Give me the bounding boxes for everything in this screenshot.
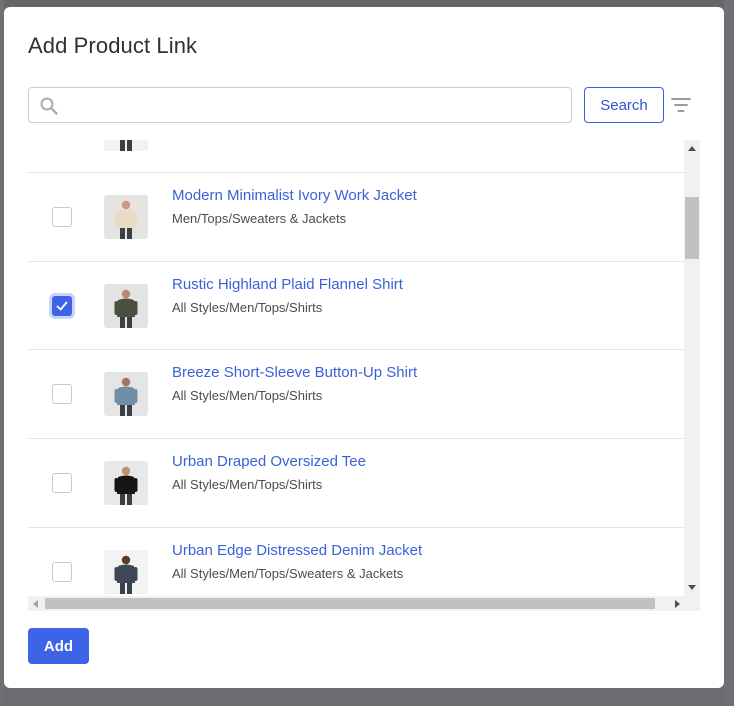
- model-head: [121, 466, 131, 476]
- product-row[interactable]: Urban Draped Oversized Tee All Styles/Me…: [28, 438, 684, 526]
- product-title-link[interactable]: Breeze Short-Sleeve Button-Up Shirt: [172, 364, 417, 381]
- garment-sleeve-left: [114, 567, 119, 581]
- product-thumbnail: [104, 550, 148, 594]
- thumbnail-background: [104, 140, 148, 151]
- product-checkbox[interactable]: [52, 384, 72, 404]
- product-row[interactable]: [28, 140, 684, 172]
- model-leg-left: [120, 494, 125, 505]
- product-category-path: All Styles/Men/Tops/Shirts: [172, 477, 323, 492]
- garment-sleeve-right: [133, 212, 138, 226]
- product-checkbox[interactable]: [52, 207, 72, 227]
- garment-sleeve-left: [114, 301, 119, 315]
- garment-torso: [117, 386, 135, 405]
- model-leg-right: [127, 140, 132, 151]
- horizontal-scrollbar[interactable]: [28, 596, 700, 611]
- garment-sleeve-left: [114, 212, 119, 226]
- garment-sleeve-right: [133, 389, 138, 403]
- model-leg-right: [127, 405, 132, 416]
- scroll-down-arrow-icon[interactable]: [688, 585, 696, 590]
- product-title-link[interactable]: Rustic Highland Plaid Flannel Shirt: [172, 276, 403, 293]
- model-head: [121, 377, 131, 387]
- garment-torso: [117, 209, 135, 228]
- product-category-path: All Styles/Men/Tops/Shirts: [172, 300, 323, 315]
- model-leg-left: [120, 317, 125, 328]
- product-title-link[interactable]: Urban Edge Distressed Denim Jacket: [172, 542, 422, 559]
- search-icon: [39, 96, 59, 116]
- product-thumbnail: [104, 372, 148, 416]
- product-row[interactable]: Modern Minimalist Ivory Work Jacket Men/…: [28, 172, 684, 260]
- product-row[interactable]: Breeze Short-Sleeve Button-Up Shirt All …: [28, 349, 684, 437]
- garment-torso: [117, 475, 135, 494]
- product-title-link[interactable]: Urban Draped Oversized Tee: [172, 453, 366, 470]
- product-category-path: All Styles/Men/Tops/Sweaters & Jackets: [172, 566, 404, 581]
- dialog-title: Add Product Link: [28, 33, 198, 58]
- garment-sleeve-left: [114, 389, 119, 403]
- model-leg-right: [127, 494, 132, 505]
- product-row[interactable]: Rustic Highland Plaid Flannel Shirt All …: [28, 261, 684, 349]
- garment-sleeve-right: [133, 478, 138, 492]
- garment-torso: [117, 564, 135, 583]
- filter-icon[interactable]: [670, 95, 692, 115]
- model-leg-left: [120, 405, 125, 416]
- model-leg-right: [127, 317, 132, 328]
- product-checkbox[interactable]: [52, 296, 72, 316]
- model-leg-left: [120, 583, 125, 594]
- search-field[interactable]: [28, 87, 572, 123]
- model-leg-right: [127, 583, 132, 594]
- model-head: [121, 200, 131, 210]
- garment-torso: [117, 298, 135, 317]
- product-checkbox[interactable]: [52, 473, 72, 493]
- product-row[interactable]: Urban Edge Distressed Denim Jacket All S…: [28, 527, 684, 596]
- product-checkbox[interactable]: [52, 562, 72, 582]
- scroll-up-arrow-icon[interactable]: [688, 146, 696, 151]
- product-category-path: All Styles/Men/Tops/Shirts: [172, 388, 323, 403]
- model-leg-left: [120, 228, 125, 239]
- backdrop-edge-right: [724, 0, 734, 706]
- scroll-right-arrow-icon[interactable]: [675, 600, 680, 608]
- model-head: [121, 289, 131, 299]
- product-thumbnail: [104, 195, 148, 239]
- model-head: [121, 555, 131, 565]
- garment-sleeve-right: [133, 301, 138, 315]
- checkmark-icon: [56, 301, 68, 311]
- product-category-path: Men/Tops/Sweaters & Jackets: [172, 211, 347, 226]
- garment-sleeve-right: [133, 567, 138, 581]
- add-product-link-dialog: Add Product Link Search Modern Minimalis…: [4, 7, 724, 688]
- scroll-left-arrow-icon[interactable]: [33, 600, 38, 608]
- product-thumbnail: [104, 140, 148, 151]
- garment-sleeve-left: [114, 478, 119, 492]
- search-input[interactable]: [65, 88, 565, 122]
- product-list[interactable]: Modern Minimalist Ivory Work Jacket Men/…: [28, 140, 684, 596]
- search-button[interactable]: Search: [584, 87, 664, 123]
- model-leg-left: [120, 140, 125, 151]
- add-button[interactable]: Add: [28, 628, 89, 664]
- vertical-scrollbar[interactable]: [684, 140, 700, 596]
- product-thumbnail: [104, 284, 148, 328]
- vertical-scroll-thumb[interactable]: [685, 197, 699, 259]
- product-title-link[interactable]: Modern Minimalist Ivory Work Jacket: [172, 187, 417, 204]
- product-thumbnail: [104, 461, 148, 505]
- model-leg-right: [127, 228, 132, 239]
- horizontal-scroll-thumb[interactable]: [45, 598, 655, 609]
